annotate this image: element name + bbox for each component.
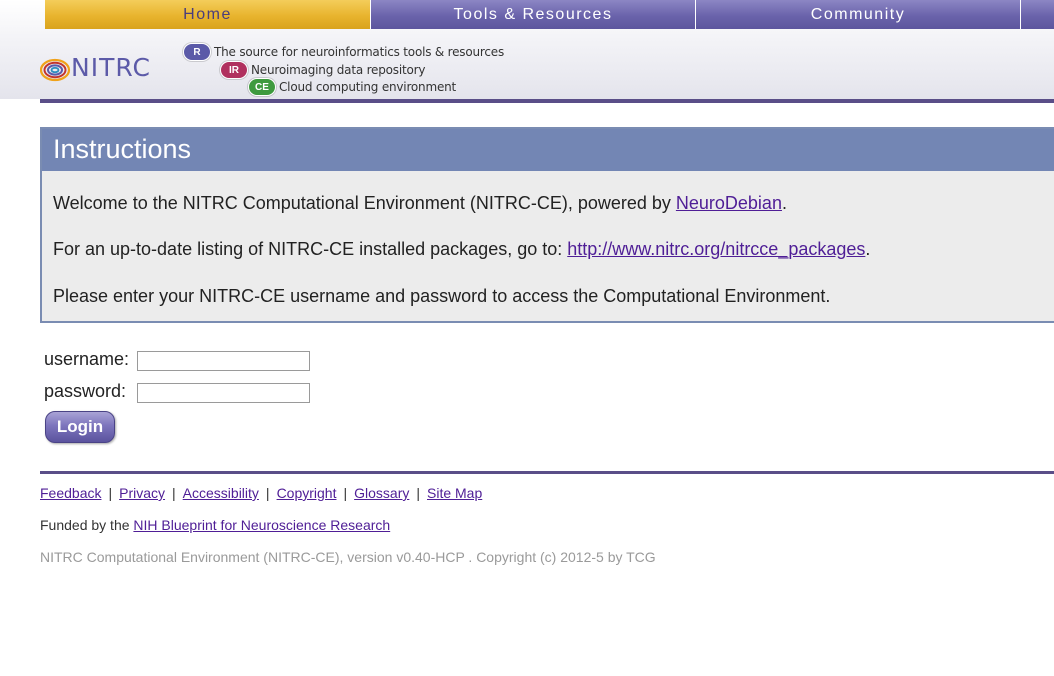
footer-separator: | [108,485,113,501]
main-nav: Home Tools & Resources Community [45,0,1054,29]
nitrc-swirl-icon [40,58,71,82]
nav-tab-more[interactable] [1021,0,1054,29]
ir-badge-icon: IR [220,61,248,79]
username-input[interactable] [137,351,310,371]
footer-separator: | [265,485,270,501]
tagline-text: The source for neuroinformatics tools & … [214,45,505,59]
instructions-title: Instructions [42,129,1054,171]
nav-tab-community[interactable]: Community [696,0,1021,29]
instructions-panel: Instructions Welcome to the NITRC Comput… [40,127,1054,323]
login-button[interactable]: Login [45,411,115,443]
footer-divider [40,471,1054,474]
packages-prefix: For an up-to-date listing of NITRC-CE in… [53,239,568,259]
login-prompt-text: Please enter your NITRC-CE username and … [53,286,831,306]
footer-separator: | [343,485,348,501]
copyright-link[interactable]: Copyright [277,485,337,501]
site-map-link[interactable]: Site Map [427,485,482,501]
nih-blueprint-link[interactable]: NIH Blueprint for Neuroscience Research [133,517,390,533]
funded-prefix: Funded by the [40,517,134,533]
welcome-suffix: . [781,193,787,213]
neurodebian-link[interactable]: NeuroDebian [676,193,782,213]
feedback-link[interactable]: Feedback [40,485,101,501]
tagline-resources: R The source for neuroinformatics tools … [183,43,504,61]
nitrc-logo[interactable]: NITRC [40,53,175,84]
r-badge-icon: R [183,43,211,61]
footer-separator: | [416,485,420,501]
glossary-link[interactable]: Glossary [354,485,409,501]
password-input[interactable] [137,383,310,403]
nav-tab-tools-resources[interactable]: Tools & Resources [371,0,696,29]
tagline-text: Neuroimaging data repository [251,63,426,77]
welcome-text: Welcome to the NITRC Computational Envir… [53,193,787,214]
username-label: username: [44,349,130,369]
welcome-prefix: Welcome to the NITRC Computational Envir… [53,193,676,213]
nav-tab-home[interactable]: Home [45,0,371,29]
ce-badge-icon: CE [248,78,276,96]
tagline-text: Cloud computing environment [279,80,457,94]
logo-text: NITRC [71,53,151,82]
footer-separator: | [172,485,176,501]
tagline-repository: IR Neuroimaging data repository [220,61,425,79]
packages-link[interactable]: http://www.nitrc.org/nitrcce_packages [567,239,865,259]
password-label: password: [44,381,127,401]
packages-text: For an up-to-date listing of NITRC-CE in… [53,239,870,260]
tagline-cloud: CE Cloud computing environment [248,78,456,96]
accessibility-link[interactable]: Accessibility [183,485,259,501]
copyright-notice: NITRC Computational Environment (NITRC-C… [40,549,656,565]
packages-suffix: . [865,239,871,259]
privacy-link[interactable]: Privacy [119,485,165,501]
funded-by: Funded by the NIH Blueprint for Neurosci… [40,517,390,533]
footer-links: Feedback | Privacy | Accessibility | Copyright… [40,485,482,501]
header-divider [40,99,1054,103]
